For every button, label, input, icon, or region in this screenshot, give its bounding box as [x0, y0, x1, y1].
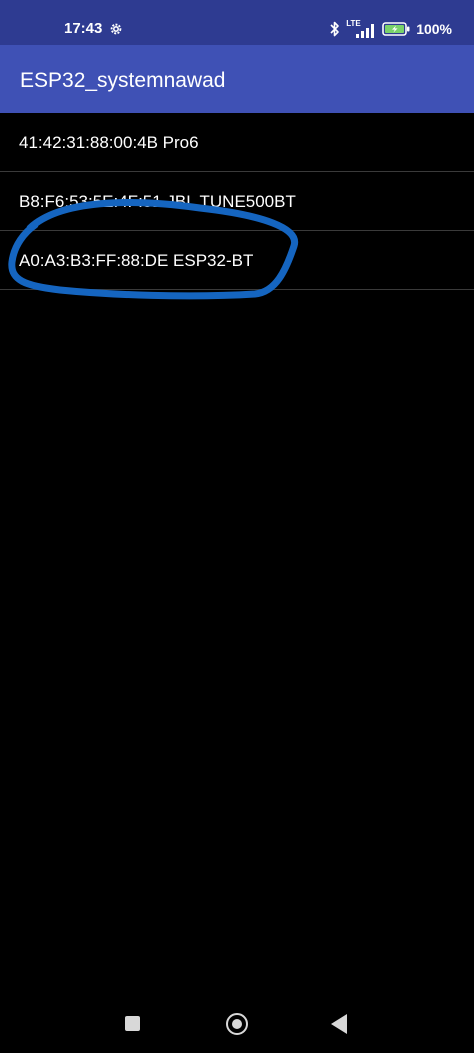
battery-charging-icon	[382, 22, 410, 36]
home-button[interactable]	[226, 1013, 248, 1035]
device-label: 41:42:31:88:00:4B Pro6	[19, 133, 199, 152]
device-item-jbl-tune500bt[interactable]: B8:F6:53:5E:4F:51 JBL TUNE500BT	[0, 172, 474, 231]
app-title: ESP32_systemnawad	[20, 69, 226, 92]
device-list: 41:42:31:88:00:4B Pro6 B8:F6:53:5E:4F:51…	[0, 113, 474, 290]
device-item-esp32-bt[interactable]: A0:A3:B3:FF:88:DE ESP32-BT	[0, 231, 474, 290]
status-icons: LTE 100%	[330, 17, 452, 41]
status-bar: 17:43 LTE 100%	[0, 0, 474, 45]
status-time: 17:43	[64, 20, 103, 37]
app-bar: ESP32_systemnawad	[0, 45, 474, 113]
device-label: A0:A3:B3:FF:88:DE ESP32-BT	[19, 251, 254, 270]
navigation-bar	[0, 1000, 474, 1053]
lte-signal-icon: LTE	[346, 19, 376, 39]
recents-button[interactable]	[125, 1016, 140, 1031]
device-label: B8:F6:53:5E:4F:51 JBL TUNE500BT	[19, 192, 296, 211]
gear-icon	[110, 23, 122, 35]
device-item-pro6[interactable]: 41:42:31:88:00:4B Pro6	[0, 113, 474, 172]
bluetooth-icon	[330, 21, 339, 37]
battery-percent: 100%	[416, 21, 452, 37]
back-button[interactable]	[331, 1014, 347, 1034]
